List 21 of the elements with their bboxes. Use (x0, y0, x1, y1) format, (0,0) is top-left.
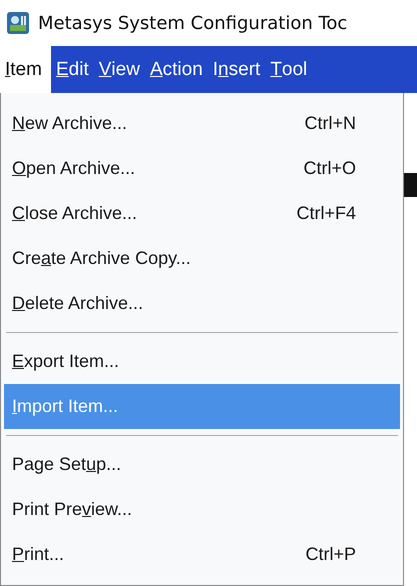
menu-bar-item[interactable]: View (94, 46, 145, 93)
shortcut-text: Ctrl+O (303, 158, 356, 179)
menu-bar-item[interactable]: Tool (265, 46, 312, 93)
shortcut-text: Ctrl+N (304, 113, 356, 134)
menu-bar-item[interactable]: Action (144, 46, 208, 93)
menu-item[interactable]: New Archive... Ctrl+N (4, 101, 400, 146)
menu-bar-item[interactable]: Insert (208, 46, 266, 93)
menu-item[interactable]: Print Preview... (4, 487, 400, 532)
menu-item[interactable]: Close Archive... Ctrl+F4 (4, 191, 400, 236)
menu-item[interactable]: Open Archive... Ctrl+O (4, 146, 400, 191)
app-icon (6, 11, 30, 35)
menu-item[interactable]: Print... Ctrl+P (4, 532, 400, 577)
shortcut-text: Ctrl+P (305, 544, 356, 565)
menu-bar-item[interactable]: Item (0, 46, 51, 93)
menu-item[interactable]: Create Archive Copy... (4, 236, 400, 281)
window-title: Metasys System Configuration Toc (38, 12, 348, 34)
menu-item[interactable]: Export Item... (4, 339, 400, 384)
shortcut-text: Ctrl+F4 (296, 203, 356, 224)
menu-bar-item[interactable]: Edit (50, 46, 94, 93)
menu-item[interactable]: Page Setup... (4, 442, 400, 487)
menu-item[interactable]: Delete Archive... (4, 281, 400, 326)
